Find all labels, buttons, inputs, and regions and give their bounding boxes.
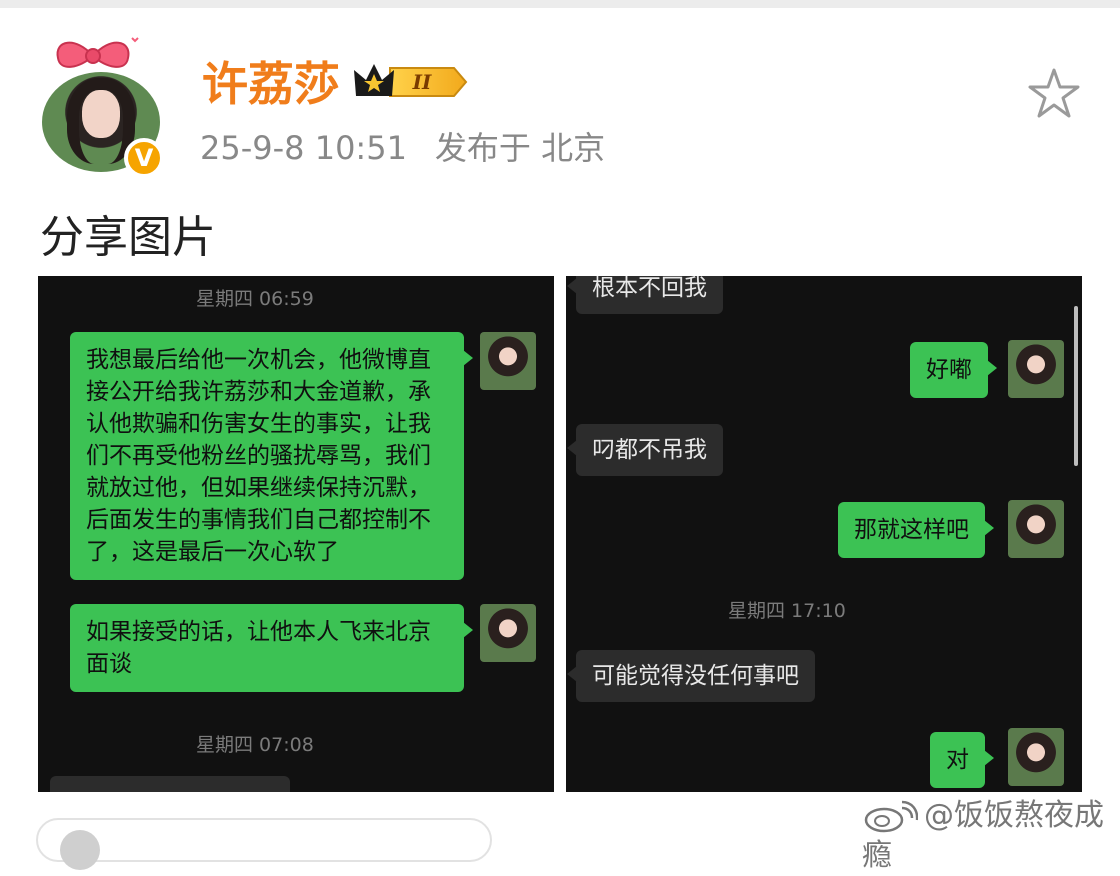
chat-screenshot-right[interactable]: 根本不回我 好嘟 叼都不吊我 那就这样吧 星期四 17:10 可能觉得没任何事吧… — [566, 276, 1082, 792]
chat-timestamp: 星期四 17:10 — [728, 600, 846, 622]
chat-bubble-sent: 我想最后给他一次机会，他微博直接公开给我许荔莎和大金道歉，承认他欺骗和伤害女生的… — [70, 332, 473, 580]
weibo-logo — [864, 800, 918, 832]
chat-timestamp: 星期四 07:08 — [196, 734, 314, 756]
chat-bubble-received: 叼都不吊我 — [567, 424, 723, 476]
chat-screenshot-left[interactable]: 星期四 06:59 我想最后给他一次机会，他微博直接公开给我许荔莎和大金道歉，承… — [38, 276, 554, 792]
chat-avatar — [480, 604, 536, 662]
chat-scrollbar[interactable] — [1074, 306, 1078, 466]
commenter-avatar — [60, 830, 100, 870]
post-location: 发布于 北京 — [434, 129, 606, 167]
chat-bubble-sent: 如果接受的话，让他本人飞来北京面谈 — [70, 604, 473, 692]
chat-bubble-partial — [50, 776, 290, 792]
chat-bubble-received: 根本不回我 — [567, 276, 723, 314]
username[interactable]: 许荔莎 — [202, 56, 340, 112]
chat-bubble-sent: 对 — [930, 732, 994, 788]
post-timestamp: 25-9-8 10:51 — [200, 129, 407, 167]
chat-avatar — [1008, 500, 1064, 558]
chat-timestamp: 星期四 06:59 — [196, 288, 314, 310]
favorite-star-icon[interactable] — [1026, 66, 1082, 122]
chat-avatar — [1008, 340, 1064, 398]
verified-badge-icon: V — [124, 138, 164, 178]
chat-bubble-sent: 那就这样吧 — [838, 502, 994, 558]
post-meta: 25-9-8 10:51 发布于 北京 — [200, 126, 605, 170]
crown-level-icon: II — [354, 64, 468, 97]
top-status-strip — [0, 0, 1120, 8]
chat-bubble-received: 可能觉得没任何事吧 — [567, 650, 815, 702]
chat-bubble-sent: 好嘟 — [910, 342, 997, 398]
level-badge-label: II — [412, 70, 432, 94]
watermark: @饭饭熬夜成瘾 — [862, 796, 1120, 876]
comment-input-bar[interactable] — [36, 818, 492, 870]
chat-avatar — [480, 332, 536, 390]
chat-avatar — [1008, 728, 1064, 786]
post-text: 分享图片 — [40, 212, 216, 263]
bow-decoration-icon — [56, 37, 139, 68]
